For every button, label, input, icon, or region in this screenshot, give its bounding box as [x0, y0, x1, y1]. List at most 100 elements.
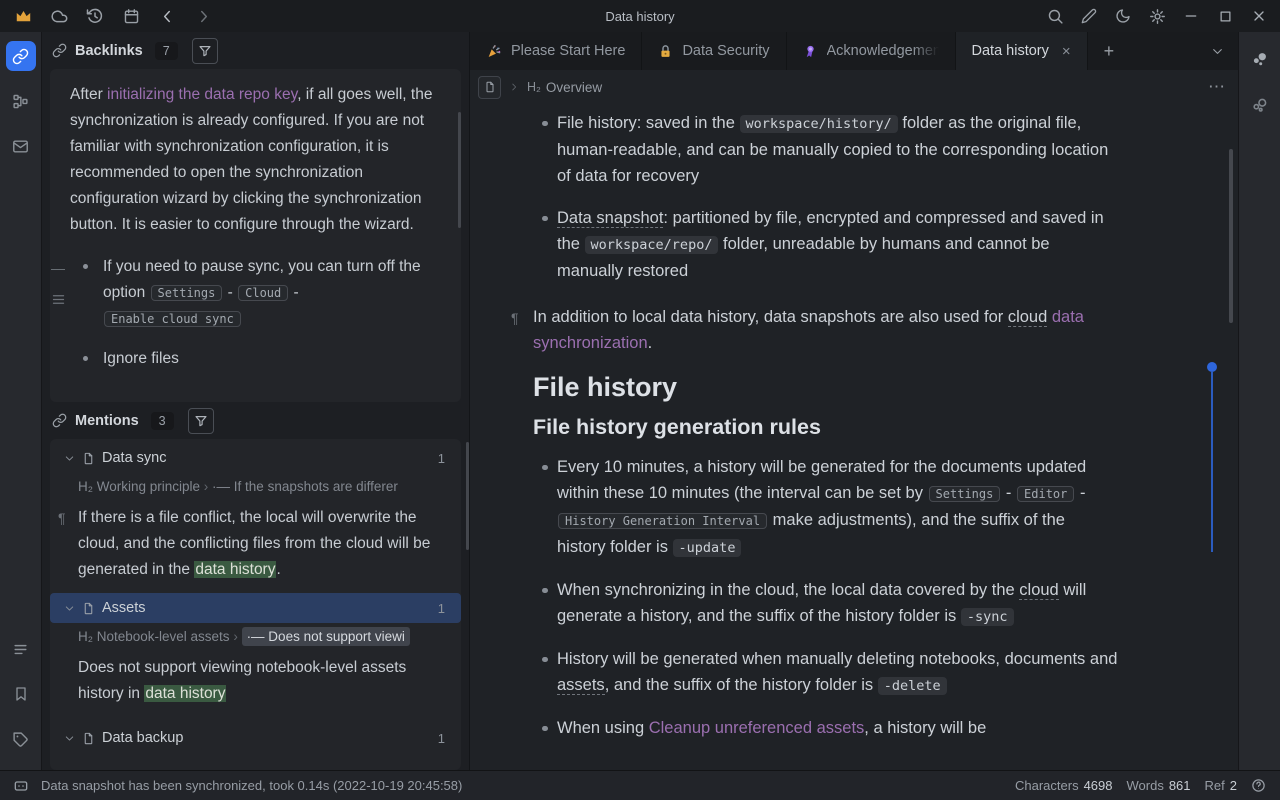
- mention-paragraph[interactable]: ¶ If there is a file conflict, the local…: [50, 501, 461, 593]
- doc-bullet-text: When using Cleanup unreferenced assets, …: [557, 719, 986, 737]
- workspace-icon[interactable]: [10, 3, 36, 29]
- ref-text[interactable]: Data snapshot: [557, 209, 663, 228]
- backlinks-dock-button[interactable]: [6, 41, 36, 71]
- tab-data-history[interactable]: Data history ×: [956, 32, 1087, 70]
- doc-heading-2[interactable]: File history generation rules: [533, 414, 1118, 440]
- doc-bullet-text: File history: saved in the workspace/his…: [557, 114, 1108, 185]
- tree-label: Assets: [102, 600, 146, 616]
- left-dock-bottom: [6, 634, 36, 770]
- chevron-down-icon[interactable]: [64, 453, 75, 464]
- global-graph-dock-button[interactable]: [1245, 90, 1275, 120]
- doc-bullet-text: Every 10 minutes, a history will be gene…: [557, 458, 1086, 556]
- more-options-icon[interactable]: ⋯: [1208, 77, 1226, 97]
- backlink-paragraph[interactable]: After initializing the data repo key, if…: [70, 82, 441, 238]
- inline-link[interactable]: Cleanup unreferenced assets: [649, 719, 865, 737]
- backlink-list-item[interactable]: — If you need to pause sync, you can tur…: [70, 254, 441, 332]
- outline-dock-button[interactable]: [6, 634, 36, 664]
- gutter-list-icon[interactable]: [51, 292, 66, 307]
- text-run: After: [70, 86, 107, 103]
- new-tab-button[interactable]: +: [1088, 32, 1131, 70]
- editor-scrollbar[interactable]: [1229, 149, 1233, 323]
- inline-code: -delete: [878, 677, 947, 695]
- tab-data-security[interactable]: Data Security: [642, 32, 785, 70]
- close-icon[interactable]: [1246, 3, 1272, 29]
- party-popper-icon: [486, 43, 502, 59]
- text-run: Ignore files: [103, 350, 179, 367]
- left-dock: [0, 32, 42, 770]
- tab-close-icon[interactable]: ×: [1062, 43, 1071, 60]
- settings-gear-icon[interactable]: [1144, 3, 1170, 29]
- ref-text[interactable]: cloud: [1019, 581, 1058, 600]
- backlink-list-item[interactable]: Ignore files: [70, 346, 441, 372]
- tree-row-data-sync[interactable]: Data sync 1: [50, 443, 461, 473]
- mention-breadcrumb[interactable]: H₂ Working principle › ·— If the snapsho…: [50, 473, 461, 501]
- mentions-title: Mentions: [75, 413, 139, 429]
- mentions-filter-button[interactable]: [188, 408, 214, 434]
- theme-moon-icon[interactable]: [1110, 3, 1136, 29]
- doc-paragraph[interactable]: ¶ In addition to local data history, dat…: [533, 304, 1118, 356]
- minimize-icon[interactable]: [1178, 3, 1204, 29]
- doc-bullet[interactable]: History will be generated when manually …: [533, 646, 1118, 699]
- status-message: Data snapshot has been synchronized, too…: [41, 778, 462, 793]
- tree-label: Data sync: [102, 450, 166, 466]
- cloud-sync-icon[interactable]: [46, 3, 72, 29]
- mentions-header[interactable]: Mentions 3: [42, 402, 469, 439]
- backlinks-scrollbar[interactable]: [458, 112, 461, 228]
- doc-bullet[interactable]: When synchronizing in the cloud, the loc…: [533, 577, 1118, 630]
- daily-note-icon[interactable]: [118, 3, 144, 29]
- tag-dock-button[interactable]: [6, 724, 36, 754]
- maximize-icon[interactable]: [1212, 3, 1238, 29]
- doc-heading-1[interactable]: File history: [533, 374, 1118, 400]
- edit-pencil-icon[interactable]: [1076, 3, 1102, 29]
- doc-bullet[interactable]: File history: saved in the workspace/his…: [533, 110, 1118, 189]
- mention-paragraph[interactable]: Does not support viewing notebook-level …: [50, 651, 461, 717]
- gutter-dash-icon[interactable]: —: [51, 255, 66, 281]
- tree-row-data-backup[interactable]: Data backup 1: [50, 723, 461, 753]
- text-run: -: [1075, 484, 1085, 502]
- inbox-mail-dock-button[interactable]: [6, 131, 36, 161]
- doc-bullet[interactable]: Every 10 minutes, a history will be gene…: [533, 454, 1118, 561]
- chevron-down-icon[interactable]: [64, 603, 75, 614]
- ref-text[interactable]: assets: [557, 676, 605, 695]
- ribbon-icon: [803, 44, 818, 59]
- search-icon[interactable]: [1042, 3, 1068, 29]
- tab-acknowledgements[interactable]: Acknowledgemen: [787, 32, 955, 70]
- mentions-scrollbar[interactable]: [466, 442, 469, 550]
- doc-paragraph-text: In addition to local data history, data …: [533, 308, 1084, 352]
- breadcrumb-heading-title[interactable]: Overview: [546, 80, 602, 95]
- data-history-icon[interactable]: [82, 3, 108, 29]
- tab-label: Please Start Here: [511, 43, 625, 59]
- backlink-bullet-text: If you need to pause sync, you can turn …: [103, 258, 421, 327]
- backlinks-title: Backlinks: [75, 43, 143, 59]
- breadcrumb-doc-button[interactable]: [478, 76, 501, 99]
- document-content[interactable]: File history: saved in the workspace/his…: [470, 104, 1238, 770]
- backlinks-filter-button[interactable]: [192, 38, 218, 64]
- doc-bullet[interactable]: Data snapshot: partitioned by file, encr…: [533, 205, 1118, 284]
- tab-please-start-here[interactable]: Please Start Here: [470, 32, 641, 70]
- tree-row-assets[interactable]: Assets 1: [50, 593, 461, 623]
- text-run: -: [289, 284, 298, 301]
- characters-counter: Characters4698: [1015, 778, 1113, 793]
- ref-text[interactable]: cloud: [1008, 308, 1047, 327]
- chevron-down-icon[interactable]: [64, 733, 75, 744]
- forward-icon[interactable]: [190, 3, 216, 29]
- text-run: , if all goes well, the synchronization …: [70, 86, 432, 233]
- tree-count: 1: [438, 451, 445, 466]
- back-icon[interactable]: [154, 3, 180, 29]
- graph-dock-button[interactable]: [6, 86, 36, 116]
- backlinks-header[interactable]: Backlinks 7: [42, 32, 469, 69]
- crumb-chip: ·— Does not support viewi: [242, 627, 410, 646]
- tab-list-chevron-button[interactable]: [1211, 32, 1224, 70]
- backlinks-chain-icon: [52, 43, 67, 58]
- tab-label: Data Security: [682, 43, 769, 59]
- tree-count: 1: [438, 601, 445, 616]
- backlinks-result-block[interactable]: After initializing the data repo key, if…: [50, 69, 461, 402]
- doc-bullet[interactable]: When using Cleanup unreferenced assets, …: [533, 715, 1118, 741]
- mention-breadcrumb[interactable]: H₂ Notebook-level assets › ·— Does not s…: [50, 623, 461, 651]
- help-icon[interactable]: [1251, 778, 1266, 793]
- inline-code: workspace/history/: [740, 115, 898, 133]
- document-icon: [82, 602, 95, 615]
- inline-link[interactable]: initializing the data repo key: [107, 86, 297, 103]
- graph-view-dock-button[interactable]: [1245, 44, 1275, 74]
- bookmark-dock-button[interactable]: [6, 679, 36, 709]
